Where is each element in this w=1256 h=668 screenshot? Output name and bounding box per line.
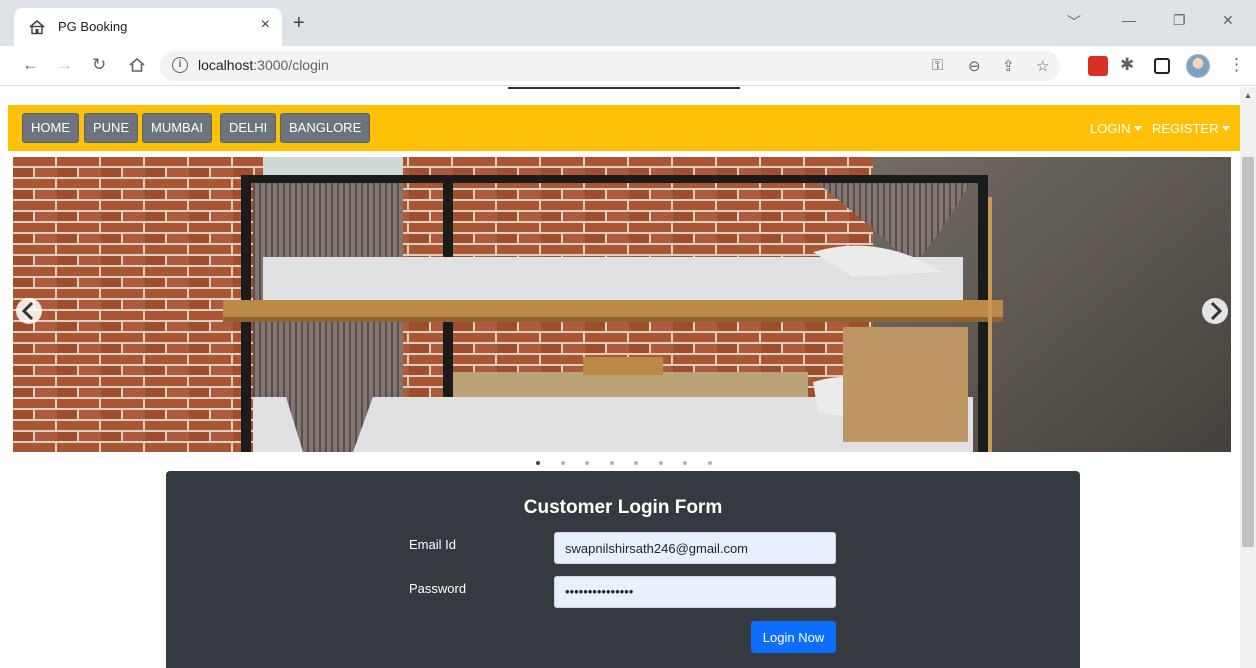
home-icon (29, 19, 45, 35)
carousel-indicator-dot[interactable] (585, 461, 589, 465)
tab-title: PG Booking (58, 19, 128, 34)
carousel-prev-icon[interactable] (16, 298, 42, 324)
new-tab-button[interactable]: + (293, 12, 305, 35)
reload-icon[interactable]: ↻ (92, 55, 106, 75)
carousel-indicator-dot[interactable] (683, 461, 687, 465)
home-icon[interactable] (128, 56, 146, 74)
email-field[interactable] (554, 532, 836, 564)
page-viewport: HOME PUNE MUMBAI DELHI BANGLORE LOGIN RE… (0, 87, 1240, 668)
browser-toolbar: ← → ↻ i localhost:3000/clogin ⚿ ⊖ ⇪ ☆ ✱ … (0, 46, 1256, 86)
carousel-indicator-dot[interactable] (707, 461, 712, 465)
back-icon[interactable]: ← (22, 55, 39, 75)
key-icon[interactable]: ⚿ (932, 57, 943, 74)
carousel-indicator-dot[interactable] (658, 461, 663, 465)
menu-dots-icon[interactable]: ⋮ (1228, 55, 1245, 75)
carousel-indicator-dot[interactable] (560, 461, 565, 465)
share-icon[interactable]: ⇪ (1002, 57, 1015, 75)
minimize-icon[interactable]: — (1122, 12, 1136, 28)
browser-tab-strip: PG Booking × + ﹀ — ❐ ✕ (0, 0, 1256, 46)
carousel-indicators (530, 459, 720, 469)
close-tab-icon[interactable]: × (261, 16, 270, 34)
divider (508, 87, 740, 89)
caret-down-icon (1222, 126, 1231, 131)
carousel-indicator-dot[interactable] (609, 461, 614, 465)
register-dropdown[interactable]: REGISTER (1152, 121, 1231, 136)
browser-tab[interactable]: PG Booking × (14, 8, 282, 46)
scrollbar-thumb[interactable] (1242, 157, 1254, 547)
extension-icon[interactable] (1088, 56, 1108, 76)
bookmark-star-icon[interactable]: ☆ (1036, 57, 1049, 75)
form-title: Customer Login Form (523, 497, 723, 518)
login-dropdown[interactable]: LOGIN (1090, 121, 1143, 136)
window-close-icon[interactable]: ✕ (1222, 12, 1234, 29)
extensions-puzzle-icon[interactable]: ✱ (1120, 55, 1134, 75)
profile-avatar[interactable] (1186, 54, 1210, 78)
site-navbar: HOME PUNE MUMBAI DELHI BANGLORE LOGIN RE… (8, 105, 1240, 151)
address-bar[interactable]: i localhost:3000/clogin ⚿ ⊖ ⇪ ☆ (160, 51, 1060, 81)
side-panel-icon[interactable] (1154, 58, 1170, 74)
info-icon[interactable]: i (172, 57, 188, 73)
nav-banglore[interactable]: BANGLORE (280, 113, 371, 143)
login-now-button[interactable]: Login Now (751, 621, 836, 653)
carousel-next-icon[interactable] (1202, 298, 1228, 324)
nav-mumbai[interactable]: MUMBAI (142, 113, 212, 143)
email-label: Email Id (409, 537, 456, 552)
nav-home[interactable]: HOME (22, 113, 79, 143)
tab-search-icon[interactable]: ﹀ (1067, 12, 1081, 32)
scroll-up-icon[interactable]: ▲ (1244, 91, 1252, 100)
carousel-indicator-dot[interactable] (536, 461, 540, 465)
password-label: Password (409, 581, 467, 596)
password-field[interactable]: ••••••••••••••• (554, 576, 836, 608)
zoom-icon[interactable]: ⊖ (968, 57, 981, 75)
caret-down-icon (1134, 126, 1143, 131)
bunk-bed-room-image (13, 157, 1231, 452)
carousel-indicator-dot[interactable] (634, 461, 638, 465)
page-scrollbar[interactable]: ▲ (1240, 87, 1256, 668)
url-text: localhost:3000/clogin (198, 57, 329, 73)
nav-delhi[interactable]: DELHI (220, 113, 277, 143)
restore-icon[interactable]: ❐ (1173, 12, 1186, 29)
image-carousel (13, 157, 1231, 452)
nav-pune[interactable]: PUNE (84, 113, 139, 143)
forward-icon[interactable]: → (56, 55, 73, 75)
customer-login-card: Customer Login Form Email Id Password ••… (166, 471, 1080, 668)
